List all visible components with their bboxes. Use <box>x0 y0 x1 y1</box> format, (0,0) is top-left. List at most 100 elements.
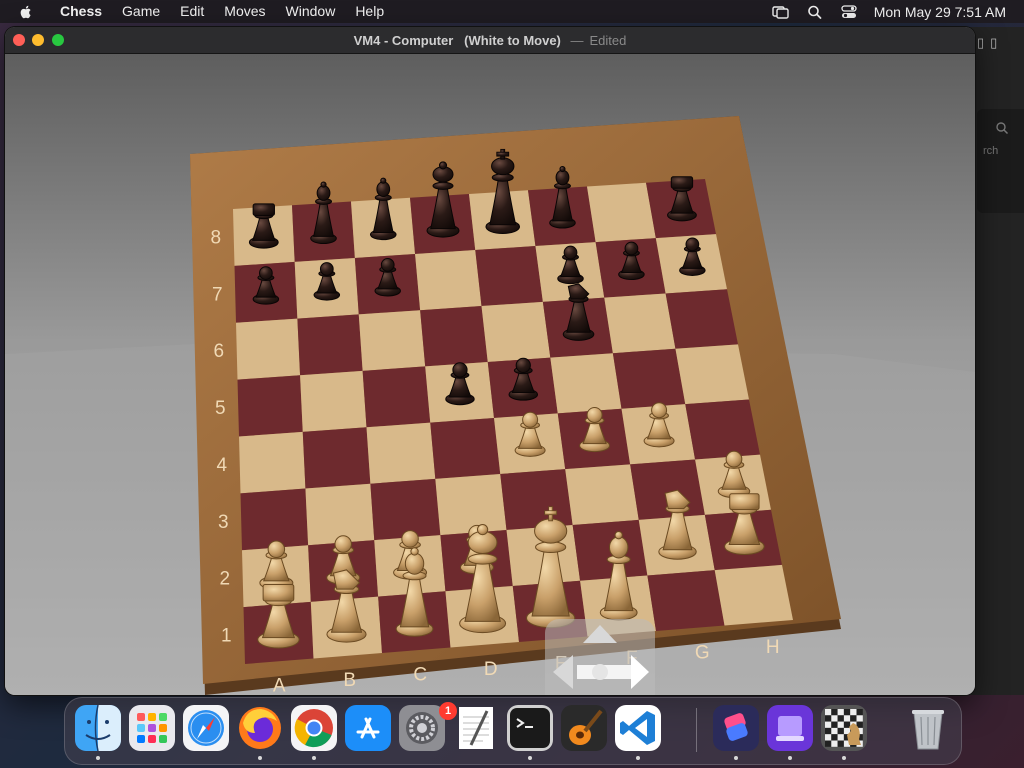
menu-bar-clock[interactable]: Mon May 29 7:51 AM <box>874 4 1006 20</box>
background-window-toolbar-icons: ▯▯ <box>977 35 1004 50</box>
app-store-icon <box>345 705 391 751</box>
file-label-b: B <box>343 670 356 691</box>
window-title-name: VM4 - Computer <box>353 32 454 48</box>
file-label-d: D <box>484 659 498 680</box>
square-g5[interactable] <box>612 348 686 409</box>
dock-separator <box>696 708 697 752</box>
terminal-icon <box>507 705 553 751</box>
rank-label-6: 6 <box>213 341 224 362</box>
garageband-icon <box>561 705 607 751</box>
rank-label-7: 7 <box>212 284 223 305</box>
dock-item-terminal[interactable] <box>507 705 553 751</box>
menu-bar: Chess Game Edit Moves Window Help Mon Ma… <box>0 0 1024 23</box>
square-f3[interactable] <box>565 464 639 525</box>
dock-item-chrome[interactable] <box>291 705 337 751</box>
dock-item-firefox[interactable] <box>237 705 283 751</box>
rank-label-8: 8 <box>210 227 221 248</box>
dock-item-vscode[interactable] <box>615 705 661 751</box>
search-label: rch <box>983 145 999 157</box>
file-label-c: C <box>413 664 427 685</box>
window-title: VM4 - Computer (White to Move) — Edited <box>354 33 627 48</box>
trash-icon <box>912 710 944 750</box>
camera-rotate-control[interactable] <box>545 619 655 695</box>
menu-help[interactable]: Help <box>345 0 394 23</box>
dock-item-garageband[interactable] <box>561 705 607 751</box>
square-g8[interactable] <box>587 182 656 243</box>
square-b6[interactable] <box>297 314 363 376</box>
textedit-icon <box>459 707 493 749</box>
rank-label-4: 4 <box>216 455 227 476</box>
dock-item-shortcuts[interactable] <box>713 705 759 751</box>
spotlight-search-icon[interactable] <box>806 4 824 20</box>
square-e6[interactable] <box>481 301 551 362</box>
square-c3[interactable] <box>370 478 441 541</box>
finder-icon <box>75 705 121 751</box>
square-b4[interactable] <box>302 427 371 489</box>
square-h5[interactable] <box>675 344 749 405</box>
square-b3[interactable] <box>305 483 375 546</box>
square-e7[interactable] <box>475 246 543 306</box>
square-a4[interactable] <box>239 431 306 494</box>
square-a6[interactable] <box>236 318 301 380</box>
file-label-h: H <box>766 637 780 658</box>
storage-icon <box>767 705 813 751</box>
square-h1[interactable] <box>714 564 793 626</box>
dock-item-safari[interactable] <box>183 705 229 751</box>
dock: 1 <box>64 697 962 765</box>
square-h4[interactable] <box>685 399 760 460</box>
camera-reset-icon[interactable] <box>592 664 608 680</box>
square-d7[interactable] <box>415 250 482 311</box>
square-d4[interactable] <box>430 418 501 479</box>
window-title-separator: — <box>570 32 584 48</box>
launchpad-icon <box>129 705 175 751</box>
control-center-icon[interactable] <box>840 4 858 20</box>
file-label-a: A <box>273 675 286 695</box>
square-c5[interactable] <box>362 366 431 428</box>
square-h6[interactable] <box>665 289 738 349</box>
dock-item-app-store[interactable] <box>345 705 391 751</box>
square-c6[interactable] <box>358 310 426 371</box>
vscode-icon <box>615 705 661 751</box>
menu-game[interactable]: Game <box>112 0 170 23</box>
window-title-turn: (White to Move) <box>464 32 561 48</box>
background-window-search-panel[interactable]: rch <box>977 109 1024 213</box>
screen-mirroring-icon[interactable] <box>772 4 790 20</box>
window-title-bar[interactable]: VM4 - Computer (White to Move) — Edited <box>5 27 975 54</box>
square-e3[interactable] <box>500 469 573 530</box>
background-window[interactable]: ▯▯ rch <box>968 27 1024 695</box>
menu-moves[interactable]: Moves <box>214 0 275 23</box>
dock-item-finder[interactable] <box>75 705 121 751</box>
shortcuts-icon <box>713 705 759 751</box>
dock-item-chess[interactable] <box>821 705 867 751</box>
zoom-window-button[interactable] <box>52 34 64 46</box>
square-b5[interactable] <box>300 370 367 432</box>
rank-label-1: 1 <box>221 626 232 647</box>
chess-3d-scene[interactable]: A B C D E F G H 1 2 3 4 5 6 7 8 <box>5 54 975 695</box>
square-g1[interactable] <box>647 570 725 631</box>
square-c4[interactable] <box>366 422 436 484</box>
rank-label-2: 2 <box>219 569 230 590</box>
board-squares[interactable] <box>233 179 793 664</box>
dock-item-storage[interactable] <box>767 705 813 751</box>
chess-window[interactable]: VM4 - Computer (White to Move) — Edited <box>5 27 975 695</box>
square-a5[interactable] <box>237 375 303 437</box>
close-window-button[interactable] <box>13 34 25 46</box>
chrome-icon <box>291 705 337 751</box>
menu-edit[interactable]: Edit <box>170 0 214 23</box>
dock-item-launchpad[interactable] <box>129 705 175 751</box>
dock-item-trash[interactable] <box>905 705 951 751</box>
square-d3[interactable] <box>435 474 507 536</box>
window-title-status: Edited <box>589 32 627 48</box>
apple-menu-icon[interactable] <box>18 4 34 20</box>
minimize-window-button[interactable] <box>32 34 44 46</box>
menu-window[interactable]: Window <box>276 0 346 23</box>
square-f5[interactable] <box>550 353 622 414</box>
chess-icon <box>821 705 867 751</box>
square-g6[interactable] <box>604 293 676 354</box>
menu-app-chess[interactable]: Chess <box>46 0 112 23</box>
square-d6[interactable] <box>420 306 488 367</box>
file-label-g: G <box>695 642 710 663</box>
dock-item-textedit[interactable] <box>453 705 499 751</box>
rank-label-3: 3 <box>218 512 229 533</box>
firefox-icon <box>239 707 281 749</box>
